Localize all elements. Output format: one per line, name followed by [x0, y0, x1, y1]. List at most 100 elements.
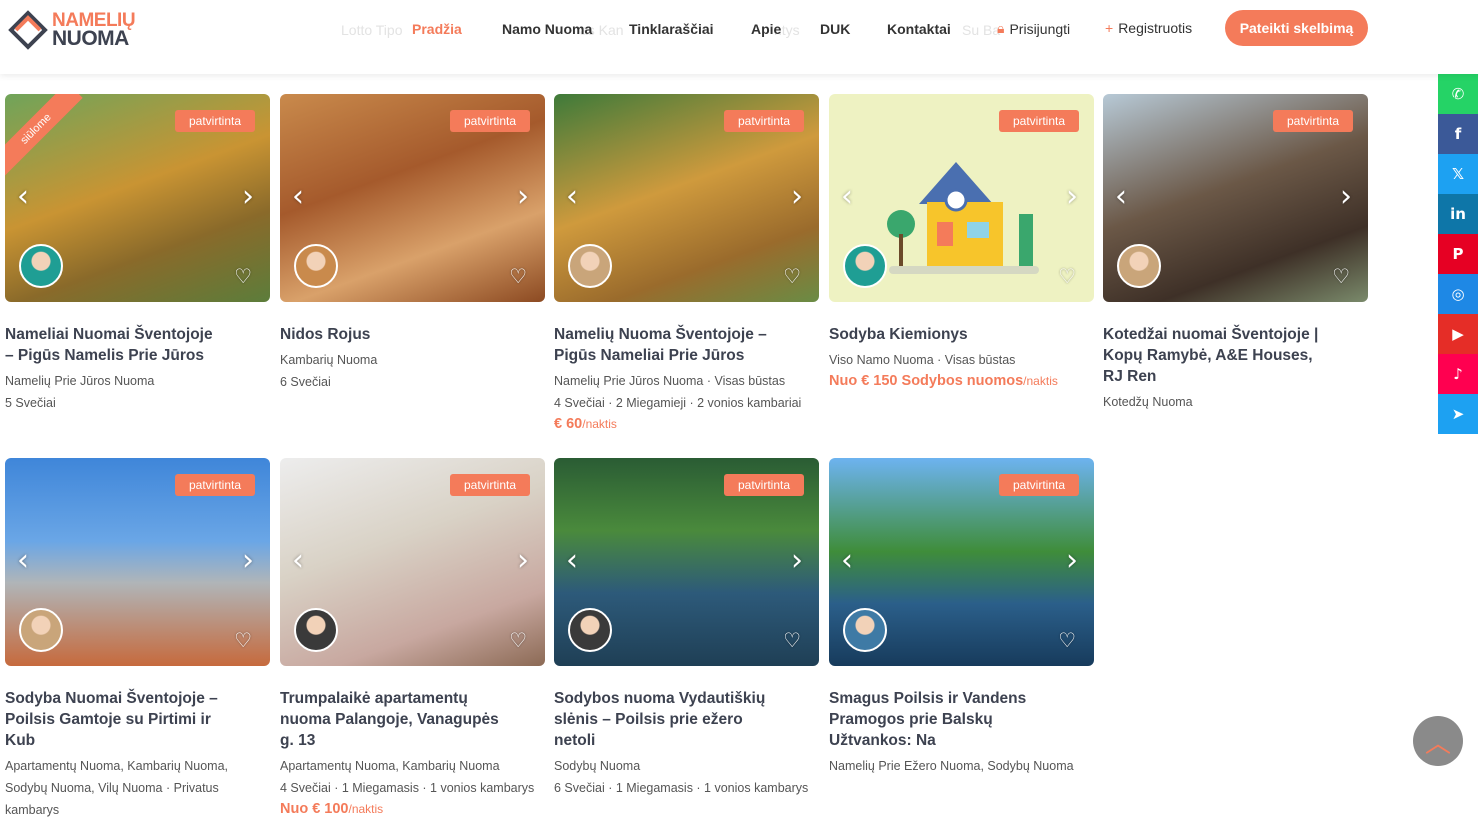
- verified-badge: patvirtinta: [449, 474, 530, 496]
- listing-category: Apartamentų Nuoma, Kambarių Nuoma: [280, 759, 500, 773]
- host-avatar[interactable]: [294, 608, 338, 652]
- listing-image[interactable]: patvirtinta ‹ › ♡: [829, 458, 1094, 666]
- chevron-right-icon[interactable]: ›: [791, 182, 803, 212]
- chevron-right-icon[interactable]: ›: [242, 182, 254, 212]
- listing-card[interactable]: siūlome patvirtinta ‹ › ♡ Nameliai Nuomai Šve…: [5, 94, 270, 414]
- listing-card[interactable]: patvirtinta ‹ › ♡ Sodyba Nuomai Šventojoje –…: [5, 458, 270, 821]
- tiktok-icon[interactable]: ♪: [1438, 354, 1478, 394]
- youtube-icon[interactable]: ▶: [1438, 314, 1478, 354]
- listing-image[interactable]: siūlome patvirtinta ‹ › ♡: [5, 94, 270, 302]
- chevron-left-icon[interactable]: ‹: [17, 182, 29, 212]
- listing-category: Namelių Prie Jūros Nuoma: [5, 374, 155, 388]
- chevron-left-icon[interactable]: ‹: [1115, 182, 1127, 212]
- ghost-link-1: Lotto Tipo: [341, 22, 403, 38]
- nav-tinklarasciai[interactable]: Tinklaraščiai: [629, 21, 714, 37]
- chevron-left-icon[interactable]: ‹: [566, 546, 578, 576]
- listing-title[interactable]: Nameliai Nuomai Šventojoje – Pigūs Namel…: [5, 324, 225, 366]
- facebook-icon[interactable]: f: [1438, 114, 1478, 154]
- host-avatar[interactable]: [19, 608, 63, 652]
- heart-icon[interactable]: ♡: [509, 630, 527, 650]
- listing-image[interactable]: patvirtinta ‹ › ♡: [1103, 94, 1368, 302]
- host-avatar[interactable]: [568, 608, 612, 652]
- listing-image[interactable]: patvirtinta ‹ › ♡: [829, 94, 1094, 302]
- listing-title[interactable]: Trumpalaikė apartamentų nuoma Palangoje,…: [280, 688, 500, 751]
- back-to-top-button[interactable]: ︿: [1413, 716, 1463, 766]
- heart-icon[interactable]: ♡: [234, 266, 252, 286]
- chevron-right-icon[interactable]: ›: [517, 182, 529, 212]
- listing-price: Nuo € 150 Sodybos nuomos/naktis: [829, 373, 1094, 389]
- listing-card[interactable]: patvirtinta ‹ › ♡ Smagus Poilsis ir Vandens …: [829, 458, 1094, 777]
- nav-pradzia[interactable]: Pradžia: [412, 21, 462, 37]
- chevron-right-icon[interactable]: ›: [1340, 182, 1352, 212]
- linkedin-icon[interactable]: in: [1438, 194, 1478, 234]
- telegram-icon[interactable]: ➤: [1438, 394, 1478, 434]
- chevron-right-icon[interactable]: ›: [791, 546, 803, 576]
- listing-title[interactable]: Sodyba Nuomai Šventojoje – Poilsis Gamto…: [5, 688, 225, 751]
- host-avatar[interactable]: [843, 608, 887, 652]
- listing-title[interactable]: Smagus Poilsis ir Vandens Pramogos prie …: [829, 688, 1049, 751]
- listing-details: 6 Svečiai · 1 Miegamasis · 1 vonios kamb…: [554, 781, 809, 795]
- chevron-left-icon[interactable]: ‹: [566, 182, 578, 212]
- listing-image[interactable]: patvirtinta ‹ › ♡: [554, 94, 819, 302]
- x-twitter-icon[interactable]: 𝕏: [1438, 154, 1478, 194]
- listing-card[interactable]: patvirtinta ‹ › ♡ Sodybos nuoma Vydautiškių …: [554, 458, 819, 799]
- instagram-icon[interactable]: ◎: [1438, 274, 1478, 314]
- listing-title[interactable]: Sodybos nuoma Vydautiškių slėnis – Poils…: [554, 688, 774, 751]
- chevron-left-icon[interactable]: ‹: [292, 546, 304, 576]
- heart-icon[interactable]: ♡: [783, 630, 801, 650]
- listing-image[interactable]: patvirtinta ‹ › ♡: [554, 458, 819, 666]
- chevron-right-icon[interactable]: ›: [1066, 182, 1078, 212]
- price-unit: /naktis: [1023, 374, 1058, 388]
- heart-icon[interactable]: ♡: [234, 630, 252, 650]
- nav-kontaktai[interactable]: Kontaktai: [887, 21, 951, 37]
- nav-apie[interactable]: Apie: [751, 21, 781, 37]
- listing-category: Viso Namo Nuoma · Visas būstas: [829, 353, 1016, 367]
- chevron-left-icon[interactable]: ‹: [841, 546, 853, 576]
- listing-title[interactable]: Sodyba Kiemionys: [829, 324, 1049, 345]
- nav-duk[interactable]: DUK: [820, 21, 850, 37]
- listing-image[interactable]: patvirtinta ‹ › ♡: [280, 458, 545, 666]
- heart-icon[interactable]: ♡: [783, 266, 801, 286]
- listing-card[interactable]: patvirtinta ‹ › ♡ Trumpalaikė apartamentų nu…: [280, 458, 545, 817]
- chevron-left-icon[interactable]: ‹: [841, 182, 853, 212]
- chevron-right-icon[interactable]: ›: [517, 546, 529, 576]
- listing-title[interactable]: Nidos Rojus: [280, 324, 500, 345]
- heart-icon[interactable]: ♡: [509, 266, 527, 286]
- host-avatar[interactable]: [294, 244, 338, 288]
- pinterest-icon[interactable]: P: [1438, 234, 1478, 274]
- submit-listing-button[interactable]: Pateikti skelbimą: [1225, 10, 1368, 46]
- listing-category: Apartamentų Nuoma, Kambarių Nuoma, Sodyb…: [5, 759, 229, 817]
- listing-title[interactable]: Namelių Nuoma Šventojoje – Pigūs Namelia…: [554, 324, 774, 366]
- listing-image[interactable]: patvirtinta ‹ › ♡: [280, 94, 545, 302]
- register-label: Registruotis: [1118, 20, 1193, 36]
- host-avatar[interactable]: [568, 244, 612, 288]
- chevron-left-icon[interactable]: ‹: [17, 546, 29, 576]
- listing-details: 5 Svečiai: [5, 396, 56, 410]
- listing-card[interactable]: patvirtinta ‹ › ♡ Namelių Nuoma Šventojoje –…: [554, 94, 819, 432]
- listing-details: 6 Svečiai: [280, 375, 331, 389]
- listing-card[interactable]: patvirtinta ‹ › ♡ Sodyba Kiemionys Viso Namo …: [829, 94, 1094, 389]
- host-avatar[interactable]: [19, 244, 63, 288]
- site-logo[interactable]: NAMELIŲ NUOMA: [8, 10, 136, 50]
- host-avatar[interactable]: [1117, 244, 1161, 288]
- listing-category: Kambarių Nuoma: [280, 353, 378, 367]
- listing-price: Nuo € 100/naktis: [280, 801, 545, 817]
- listing-category: Namelių Prie Ežero Nuoma, Sodybų Nuoma: [829, 759, 1074, 773]
- register-link[interactable]: + Registruotis: [1105, 20, 1192, 36]
- listing-card[interactable]: patvirtinta ‹ › ♡ Nidos Rojus Kambarių Nuoma 6…: [280, 94, 545, 393]
- listing-price: € 60/naktis: [554, 416, 819, 432]
- login-link[interactable]: 🔒︎ Prisijungti: [997, 20, 1070, 37]
- heart-icon[interactable]: ♡: [1058, 630, 1076, 650]
- chevron-right-icon[interactable]: ›: [242, 546, 254, 576]
- whatsapp-icon[interactable]: ✆: [1438, 74, 1478, 114]
- heart-icon[interactable]: ♡: [1058, 266, 1076, 286]
- host-avatar[interactable]: [843, 244, 887, 288]
- chevron-left-icon[interactable]: ‹: [292, 182, 304, 212]
- listing-title[interactable]: Kotedžai nuomai Šventojoje | Kopų Ramybė…: [1103, 324, 1323, 387]
- listing-image[interactable]: patvirtinta ‹ › ♡: [5, 458, 270, 666]
- heart-icon[interactable]: ♡: [1332, 266, 1350, 286]
- verified-badge: patvirtinta: [723, 474, 804, 496]
- listing-card[interactable]: patvirtinta ‹ › ♡ Kotedžai nuomai Šventojoje…: [1103, 94, 1368, 413]
- chevron-right-icon[interactable]: ›: [1066, 546, 1078, 576]
- nav-namo-nuoma[interactable]: Namo Nuoma: [502, 21, 592, 37]
